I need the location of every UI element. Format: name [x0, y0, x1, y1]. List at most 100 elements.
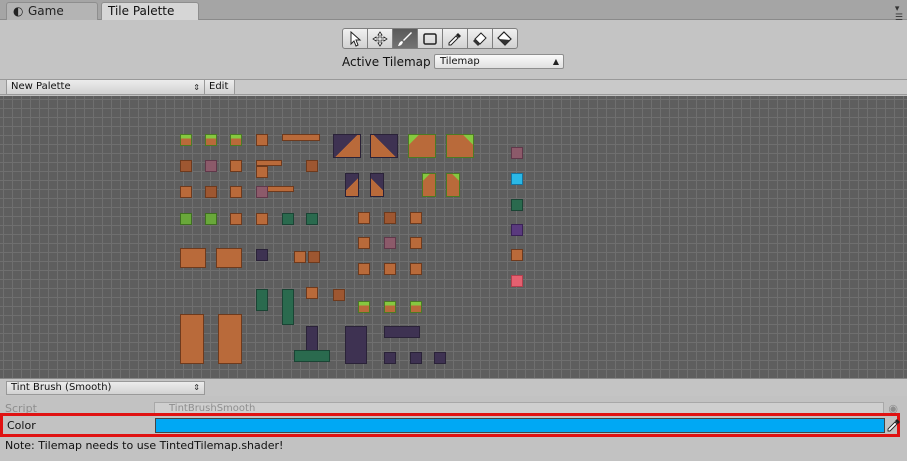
palette-tile[interactable] — [218, 314, 242, 364]
palette-tile[interactable] — [345, 173, 359, 197]
select-tool-button[interactable] — [342, 28, 368, 49]
palette-tile[interactable] — [511, 199, 523, 211]
palette-tile[interactable] — [180, 160, 192, 172]
palette-tile[interactable] — [256, 166, 268, 178]
palette-tile[interactable] — [216, 248, 242, 268]
palette-tile[interactable] — [410, 301, 422, 313]
color-field[interactable] — [155, 418, 885, 433]
palette-tile[interactable] — [358, 301, 370, 313]
tab-game[interactable]: ◐ Game — [6, 2, 98, 20]
eyedropper-icon[interactable] — [887, 418, 901, 433]
brush-dropdown[interactable]: Tint Brush (Smooth) ⇕ — [6, 381, 205, 395]
palette-tile[interactable] — [180, 314, 204, 364]
palette-tile[interactable] — [384, 326, 420, 338]
pacman-game-icon: ◐ — [13, 4, 24, 18]
palette-tile[interactable] — [384, 237, 396, 249]
palette-tile[interactable] — [384, 352, 396, 364]
palette-tile[interactable] — [294, 251, 306, 263]
box-fill-tool-button[interactable] — [417, 28, 443, 49]
arrow-cursor-icon — [350, 30, 362, 47]
palette-dropdown[interactable]: New Palette ⇕ — [6, 80, 205, 94]
paintbrush-icon — [398, 31, 412, 46]
palette-tile[interactable] — [410, 263, 422, 275]
palette-header: New Palette ⇕ Edit — [0, 79, 907, 95]
palette-tile[interactable] — [446, 173, 460, 197]
palette-tile[interactable] — [180, 134, 192, 146]
palette-tile[interactable] — [511, 249, 523, 261]
palette-tile[interactable] — [256, 186, 268, 198]
color-label: Color — [7, 419, 36, 432]
fill-tool-button[interactable] — [492, 28, 518, 49]
palette-dropdown-value: New Palette — [11, 81, 71, 92]
active-tilemap-label: Active Tilemap — [342, 55, 431, 69]
eyedropper-icon — [448, 32, 461, 45]
palette-tile[interactable] — [358, 237, 370, 249]
tool-buttons — [342, 28, 518, 49]
palette-tile[interactable] — [294, 350, 330, 362]
palette-tile[interactable] — [384, 301, 396, 313]
tile-palette-grid[interactable] — [0, 96, 907, 378]
edit-palette-button[interactable]: Edit — [205, 80, 235, 94]
palette-tile[interactable] — [205, 186, 217, 198]
palette-tile[interactable] — [230, 160, 242, 172]
palette-tile[interactable] — [256, 289, 268, 311]
updown-arrow-icon: ⇕ — [193, 383, 200, 392]
palette-tile[interactable] — [434, 352, 446, 364]
palette-tile[interactable] — [180, 213, 192, 225]
palette-tile[interactable] — [333, 289, 345, 301]
palette-tile[interactable] — [384, 263, 396, 275]
palette-tile[interactable] — [282, 134, 320, 141]
rectangle-icon — [423, 32, 437, 45]
picker-tool-button[interactable] — [442, 28, 468, 49]
move-tool-button[interactable] — [367, 28, 393, 49]
brush-bar: Tint Brush (Smooth) ⇕ — [0, 378, 907, 396]
palette-tile[interactable] — [410, 237, 422, 249]
palette-tile[interactable] — [205, 160, 217, 172]
palette-tile[interactable] — [511, 173, 523, 185]
updown-arrow-icon: ▲ — [552, 57, 559, 66]
palette-tile[interactable] — [511, 147, 523, 159]
palette-tile[interactable] — [410, 352, 422, 364]
palette-tile[interactable] — [306, 213, 318, 225]
palette-tile[interactable] — [256, 213, 268, 225]
palette-tile[interactable] — [384, 212, 396, 224]
palette-tile[interactable] — [358, 263, 370, 275]
palette-tile[interactable] — [230, 186, 242, 198]
palette-tile[interactable] — [358, 212, 370, 224]
palette-tile[interactable] — [370, 134, 398, 158]
palette-tile[interactable] — [422, 173, 436, 197]
active-tilemap-dropdown[interactable]: Tilemap ▲ — [434, 54, 564, 69]
palette-tile[interactable] — [333, 134, 361, 158]
palette-tile[interactable] — [511, 275, 523, 287]
tab-tile-palette[interactable]: Tile Palette — [101, 2, 199, 21]
eraser-icon — [473, 31, 487, 46]
palette-toolbar: Active Tilemap Tilemap ▲ — [0, 20, 907, 79]
tab-tile-palette-label: Tile Palette — [108, 4, 175, 18]
paint-tool-button[interactable] — [392, 28, 418, 49]
brush-dropdown-value: Tint Brush (Smooth) — [11, 382, 112, 393]
palette-tile[interactable] — [282, 289, 294, 325]
eraser-tool-button[interactable] — [467, 28, 493, 49]
shader-note: Note: Tilemap needs to use TintedTilemap… — [5, 439, 284, 452]
palette-tile[interactable] — [511, 224, 523, 236]
palette-tile[interactable] — [408, 134, 436, 158]
palette-tile[interactable] — [370, 173, 384, 197]
palette-tile[interactable] — [345, 326, 367, 364]
palette-tile[interactable] — [205, 213, 217, 225]
palette-tile[interactable] — [230, 134, 242, 146]
palette-tile[interactable] — [256, 134, 268, 146]
palette-tile[interactable] — [230, 213, 242, 225]
active-tilemap-value: Tilemap — [440, 56, 480, 67]
palette-tile[interactable] — [446, 134, 474, 158]
palette-tile[interactable] — [308, 251, 320, 263]
palette-tile[interactable] — [180, 186, 192, 198]
palette-tile[interactable] — [256, 249, 268, 261]
palette-tile[interactable] — [410, 212, 422, 224]
palette-tile[interactable] — [306, 160, 318, 172]
tab-game-label: Game — [28, 4, 64, 18]
palette-tile[interactable] — [180, 248, 206, 268]
palette-tile[interactable] — [306, 287, 318, 299]
brush-inspector: Script TintBrushSmooth ◉ Color Note: Til… — [0, 396, 907, 461]
palette-tile[interactable] — [205, 134, 217, 146]
palette-tile[interactable] — [282, 213, 294, 225]
